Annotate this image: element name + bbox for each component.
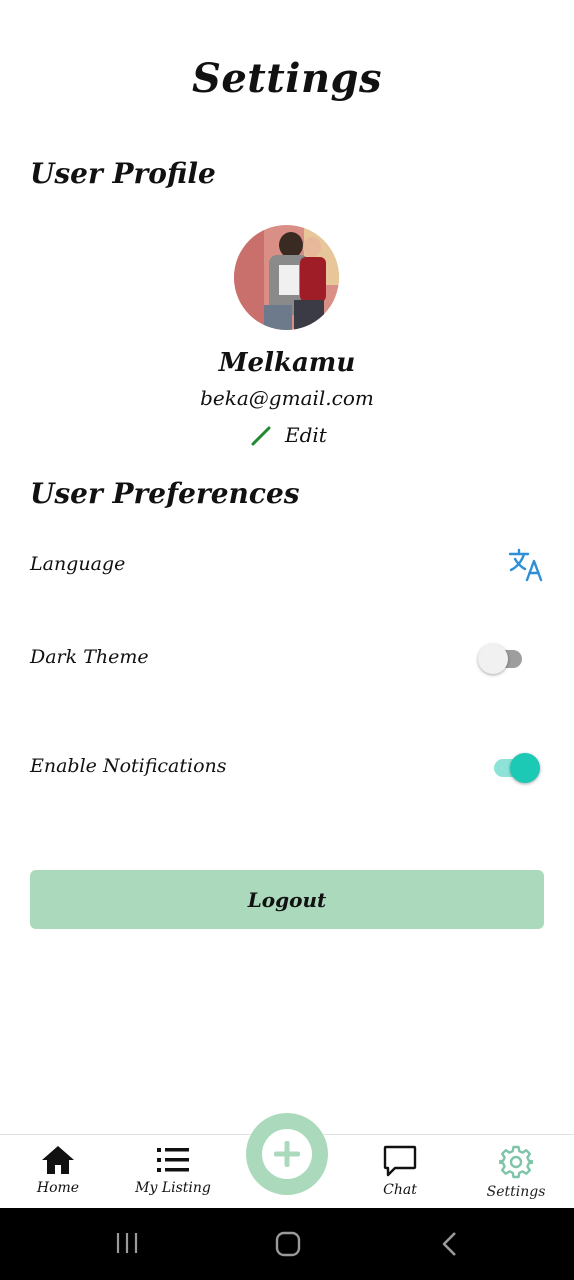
nav-home-label: Home — [36, 1180, 80, 1196]
edit-profile-button[interactable]: Edit — [249, 420, 327, 450]
nav-settings[interactable]: Settings — [484, 1135, 548, 1209]
section-title-user-preferences: User Preferences — [30, 477, 300, 510]
back-icon[interactable] — [438, 1230, 462, 1258]
chat-icon — [383, 1145, 417, 1177]
edit-label: Edit — [285, 423, 327, 447]
plus-icon — [274, 1141, 300, 1167]
home-icon — [42, 1146, 74, 1174]
section-title-user-profile: User Profile — [30, 157, 216, 190]
add-listing-button[interactable] — [246, 1113, 328, 1195]
dark-theme-label: Dark Theme — [30, 646, 149, 668]
nav-chat[interactable]: Chat — [370, 1135, 430, 1209]
page-title: Settings — [191, 55, 383, 102]
language-label: Language — [30, 553, 126, 575]
gear-icon — [499, 1145, 533, 1179]
recent-apps-icon[interactable] — [114, 1230, 140, 1256]
nav-my-listing[interactable]: My Listing — [130, 1135, 216, 1209]
avatar[interactable] — [234, 225, 339, 330]
translate-icon[interactable] — [508, 548, 544, 582]
nav-chat-label: Chat — [383, 1182, 417, 1198]
toggle-thumb — [510, 753, 540, 783]
notifications-toggle[interactable] — [490, 749, 540, 785]
dark-theme-toggle[interactable] — [478, 640, 528, 676]
fab-inner — [262, 1129, 312, 1179]
home-button-icon[interactable] — [274, 1230, 302, 1258]
system-navigation-bar — [0, 1208, 574, 1280]
avatar-photo — [234, 225, 339, 330]
user-name: Melkamu — [218, 348, 356, 378]
nav-settings-label: Settings — [486, 1184, 546, 1200]
user-email: beka@gmail.com — [200, 386, 374, 410]
toggle-thumb — [478, 644, 508, 674]
pencil-icon — [251, 426, 271, 446]
notifications-label: Enable Notifications — [30, 755, 227, 777]
list-icon — [157, 1148, 189, 1172]
nav-home[interactable]: Home — [28, 1135, 88, 1209]
logout-button[interactable]: Logout — [30, 870, 544, 929]
nav-my-listing-label: My Listing — [135, 1180, 211, 1196]
